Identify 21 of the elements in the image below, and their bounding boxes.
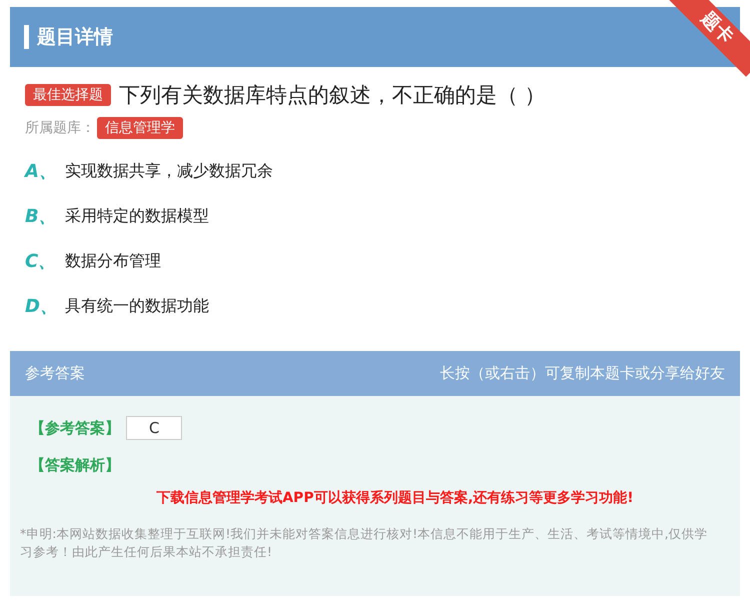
question-text: 下列有关数据库特点的叙述，不正确的是（ ） bbox=[119, 82, 546, 109]
answer-section-title: 参考答案 bbox=[25, 364, 85, 383]
option-letter: A、 bbox=[25, 160, 58, 183]
option-text: 实现数据共享，减少数据冗余 bbox=[65, 160, 273, 182]
share-hint: 长按（或右击）可复制本题卡或分享给好友 bbox=[440, 364, 725, 383]
question-type-tag: 最佳选择题 bbox=[25, 84, 111, 106]
option-text: 采用特定的数据模型 bbox=[65, 206, 209, 226]
header-title: 题目详情 bbox=[37, 25, 113, 50]
accent-bar bbox=[24, 25, 29, 49]
option-letter: D、 bbox=[25, 295, 59, 318]
option-letter: B、 bbox=[25, 205, 58, 228]
option-text: 具有统一的数据功能 bbox=[65, 296, 209, 316]
promo-text: 下载信息管理学考试APP可以获得系列题目与答案,还有练习等更多学习功能! bbox=[155, 489, 635, 507]
answer-label: 【参考答案】 bbox=[30, 418, 120, 438]
option-text: 数据分布管理 bbox=[65, 250, 161, 272]
disclaimer-text: *申明:本网站数据收集整理于互联网!我们并未能对答案信息进行核对!本信息不能用于生产、生活、考试等情境中,仅供学习参考！由此产生任何后果本站不承担责任! bbox=[20, 525, 708, 560]
analysis-label: 【答案解析】 bbox=[30, 456, 121, 475]
option-letter: C、 bbox=[25, 250, 58, 273]
bank-tag[interactable]: 信息管理学 bbox=[97, 117, 183, 139]
answer-value: C bbox=[126, 416, 182, 440]
bank-label: 所属题库： bbox=[25, 119, 95, 137]
